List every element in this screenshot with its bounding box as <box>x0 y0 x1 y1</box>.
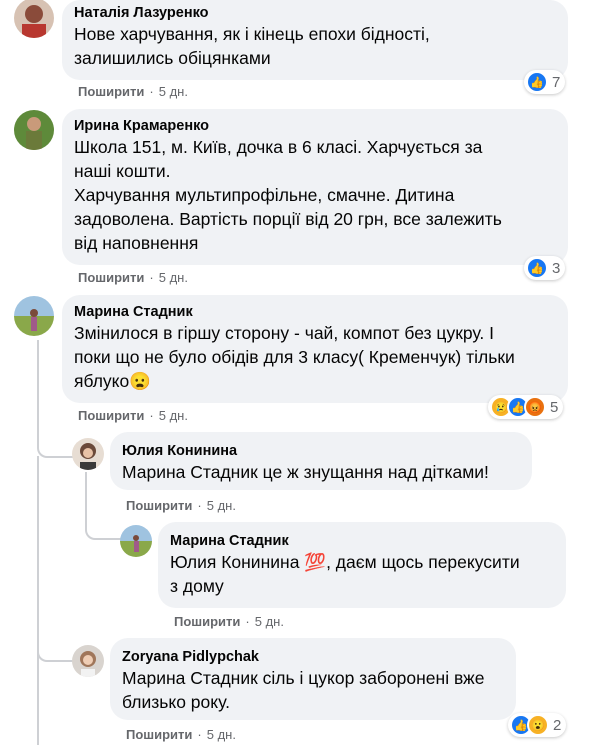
reaction-count: 7 <box>552 73 561 91</box>
avatar[interactable] <box>120 525 152 557</box>
avatar[interactable] <box>14 0 54 38</box>
comment-text-line: близько року. <box>122 692 230 712</box>
reactions-summary[interactable]: 👍 😮 2 <box>508 713 567 737</box>
share-link[interactable]: Поширити <box>78 84 144 99</box>
reply-bubble: Zoryana Pidlypchak Марина Стадник сіль і… <box>110 638 516 720</box>
timestamp[interactable]: 5 дн. <box>159 270 188 285</box>
reply-bubble: Марина Стадник Юлия Конинина 💯, даєм щос… <box>158 522 566 608</box>
reaction-count: 5 <box>550 398 559 416</box>
comment-text-line: поки що не було обідів для 3 класу( Крем… <box>74 347 515 367</box>
timestamp[interactable]: 5 дн. <box>159 408 188 423</box>
comment-text-line: яблуко😦 <box>74 371 152 391</box>
reactions-summary[interactable]: 👍 3 <box>524 256 566 280</box>
comment-author[interactable]: Марина Стадник <box>74 303 556 321</box>
comment-bubble: Марина Стадник Змінилося в гіршу сторону… <box>62 295 568 403</box>
comment-actions: Поширити · 5 дн. <box>78 408 188 423</box>
comment-bubble: Наталія Лазуренко Нове харчування, як і … <box>62 0 568 80</box>
reply-bubble: Юлия Конинина Марина Стадник це ж знущан… <box>110 432 532 490</box>
angry-icon: 😡 <box>524 396 546 418</box>
share-link[interactable]: Поширити <box>78 270 144 285</box>
like-icon: 👍 <box>526 257 548 279</box>
share-link[interactable]: Поширити <box>78 408 144 423</box>
comment-actions: Поширити · 5 дн. <box>126 498 236 513</box>
reactions-summary[interactable]: 👍 7 <box>524 70 566 94</box>
comment-text-line: Нове харчування, як і кінець епохи бідно… <box>74 24 430 44</box>
reactions-summary[interactable]: 😢 👍 😡 5 <box>488 395 564 419</box>
comment-text-line: залишились обіцянками <box>74 48 271 68</box>
comment-text-line: Харчування мультипрофільне, смачне. Дити… <box>74 185 455 205</box>
comment-actions: Поширити · 5 дн. <box>126 727 236 742</box>
comment-author[interactable]: Наталія Лазуренко <box>74 4 556 22</box>
comment-text-line: з дому <box>170 576 224 596</box>
comment-text-line: задоволена. Вартість порції від 20 грн, … <box>74 209 502 229</box>
wow-icon: 😮 <box>527 714 549 736</box>
reaction-count: 2 <box>553 716 562 734</box>
reaction-count: 3 <box>552 259 561 277</box>
avatar[interactable] <box>72 438 104 470</box>
avatar[interactable] <box>14 110 54 150</box>
timestamp[interactable]: 5 дн. <box>255 614 284 629</box>
avatar[interactable] <box>14 296 54 336</box>
comment-actions: Поширити · 5 дн. <box>78 270 188 285</box>
share-link[interactable]: Поширити <box>126 498 192 513</box>
comment-text-line: Школа 151, м. Київ, дочка в 6 класі. Хар… <box>74 137 483 157</box>
comment-text-line: від наповнення <box>74 233 199 253</box>
comment-text-line: Змінилося в гіршу сторону - чай, компот … <box>74 323 494 343</box>
timestamp[interactable]: 5 дн. <box>159 84 188 99</box>
comment-author[interactable]: Юлия Конинина <box>122 442 520 460</box>
share-link[interactable]: Поширити <box>126 727 192 742</box>
like-icon: 👍 <box>526 71 548 93</box>
comment-author[interactable]: Ирина Крамаренко <box>74 117 556 135</box>
timestamp[interactable]: 5 дн. <box>207 727 236 742</box>
comment-text-line: наші кошти. <box>74 161 171 181</box>
timestamp[interactable]: 5 дн. <box>207 498 236 513</box>
comment-bubble: Ирина Крамаренко Школа 151, м. Київ, доч… <box>62 109 568 265</box>
comment-actions: Поширити · 5 дн. <box>174 614 284 629</box>
comment-actions: Поширити · 5 дн. <box>78 84 188 99</box>
comment-text-line: Юлия Конинина 💯, даєм щось перекусити <box>170 552 520 572</box>
comment-author[interactable]: Zoryana Pidlypchak <box>122 648 504 666</box>
share-link[interactable]: Поширити <box>174 614 240 629</box>
thread-line <box>37 470 75 662</box>
comment-text-line: Марина Стадник це ж знущання над дітками… <box>122 462 489 482</box>
avatar[interactable] <box>72 645 104 677</box>
comment-text-line: Марина Стадник сіль і цукор заборонені в… <box>122 668 485 688</box>
comment-author[interactable]: Марина Стадник <box>170 532 554 550</box>
